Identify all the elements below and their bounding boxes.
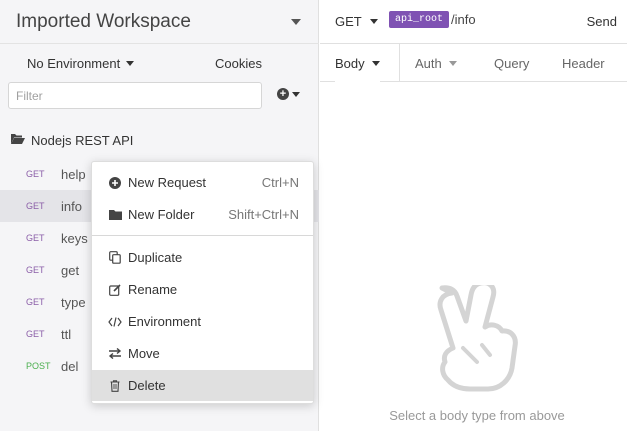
chevron-down-icon [448, 60, 457, 66]
menu-item-label: Delete [128, 378, 166, 393]
tab-query[interactable]: Query [494, 44, 529, 82]
folder-icon [108, 208, 122, 222]
trash-icon [108, 379, 122, 393]
cookies-button[interactable]: Cookies [215, 56, 262, 71]
menu-item-new-request[interactable]: New Request Ctrl+N [92, 167, 313, 198]
menu-divider [92, 235, 313, 236]
tab-auth[interactable]: Auth [415, 44, 457, 82]
plus-circle-icon [108, 176, 122, 190]
url-variable-tag[interactable]: api_root [389, 11, 450, 28]
method-label: GET [335, 14, 362, 29]
body-empty-text: Select a body type from above [389, 408, 565, 423]
peace-hand-icon [430, 280, 522, 396]
folder-item[interactable]: Nodejs REST API [0, 123, 319, 157]
request-tabs: Body Auth Query Header [320, 44, 627, 82]
exchange-icon [108, 347, 122, 361]
method-badge: GET [26, 233, 45, 243]
tab-header[interactable]: Header [562, 44, 605, 82]
request-name: type [61, 294, 86, 310]
environment-dropdown[interactable]: No Environment [27, 56, 135, 71]
method-badge: POST [26, 361, 51, 371]
request-name: get [61, 262, 80, 278]
request-name: info [61, 198, 82, 214]
filter-input[interactable] [8, 82, 262, 109]
copy-icon [108, 251, 122, 265]
url-path: /info [451, 12, 476, 27]
menu-item-label: Move [128, 346, 160, 361]
chevron-down-icon [369, 19, 378, 24]
request-name: ttl [61, 326, 72, 342]
method-badge: GET [26, 329, 45, 339]
environment-label: No Environment [27, 56, 121, 71]
request-name: help [61, 166, 86, 182]
method-badge: GET [26, 169, 45, 179]
method-dropdown[interactable]: GET [335, 14, 378, 29]
url-input[interactable]: api_root /info [389, 11, 476, 28]
folder-name: Nodejs REST API [31, 132, 134, 148]
menu-item-rename[interactable]: Rename [92, 274, 313, 305]
menu-item-move[interactable]: Move [92, 338, 313, 369]
chevron-down-icon [291, 19, 301, 25]
plus-circle-icon: + [277, 88, 289, 100]
request-name: del [61, 358, 79, 374]
add-item-button[interactable]: + [277, 88, 300, 100]
request-name: keys [61, 230, 88, 246]
menu-item-label: New Request [128, 175, 207, 190]
menu-item-shortcut: Ctrl+N [261, 175, 299, 190]
code-icon [108, 315, 122, 329]
menu-item-new-folder[interactable]: New Folder Shift+Ctrl+N [92, 199, 313, 230]
menu-item-label: New Folder [128, 207, 195, 222]
menu-item-duplicate[interactable]: Duplicate [92, 242, 313, 273]
send-button[interactable]: Send [587, 14, 617, 29]
tab-body[interactable]: Body [335, 44, 380, 82]
menu-item-environment[interactable]: Environment [92, 306, 313, 337]
tab-label: Body [335, 55, 365, 71]
chevron-down-icon [371, 60, 380, 66]
folder-open-icon [10, 133, 25, 148]
tab-label: Query [494, 55, 530, 71]
menu-item-label: Environment [128, 314, 201, 329]
method-badge: GET [26, 297, 45, 307]
menu-item-label: Rename [128, 282, 178, 297]
context-menu: New Request Ctrl+N New Folder Shift+Ctrl… [91, 161, 314, 404]
tab-divider [399, 44, 400, 82]
method-badge: GET [26, 265, 45, 275]
tab-label: Header [562, 55, 605, 71]
menu-item-delete[interactable]: Delete [92, 370, 313, 401]
edit-icon [108, 283, 122, 297]
tab-label: Auth [415, 55, 442, 71]
chevron-down-icon [292, 91, 300, 97]
menu-item-label: Duplicate [128, 250, 183, 265]
method-badge: GET [26, 201, 45, 211]
workspace-dropdown[interactable]: Imported Workspace [0, 0, 319, 44]
menu-item-shortcut: Shift+Ctrl+N [228, 207, 299, 222]
workspace-title: Imported Workspace [16, 10, 191, 32]
request-bar: GET api_root /info Send [320, 0, 627, 44]
chevron-down-icon [126, 61, 135, 66]
environment-row: No Environment Cookies [0, 44, 319, 80]
